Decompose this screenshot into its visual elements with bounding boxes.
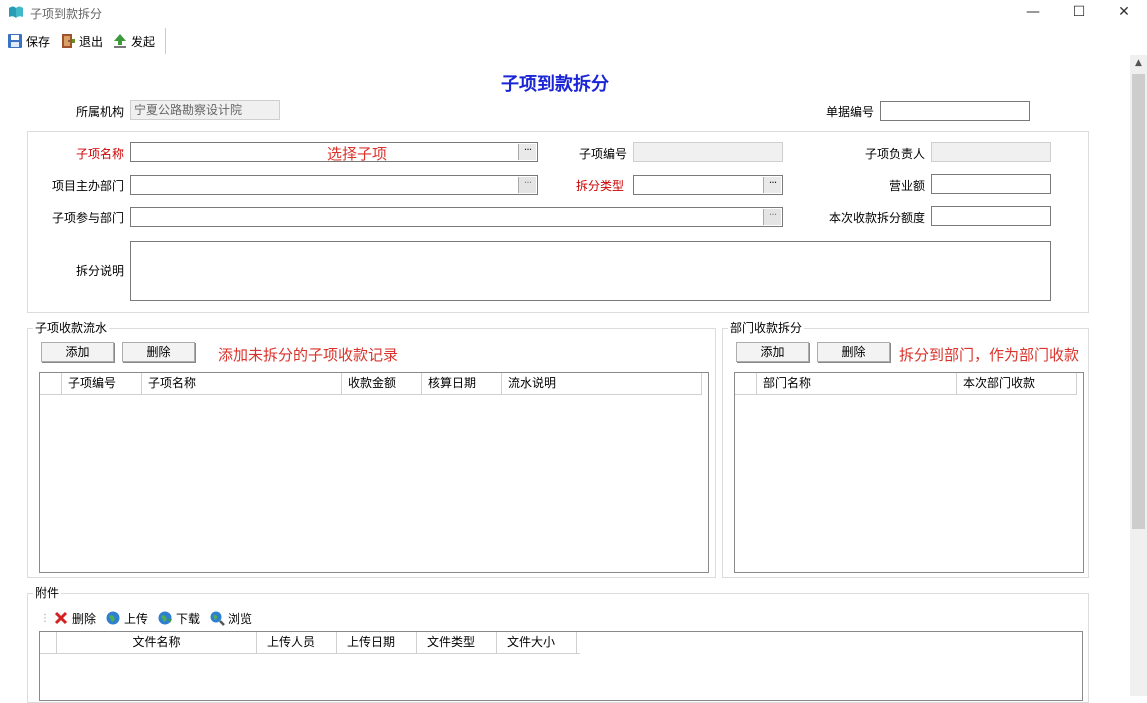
minimize-button[interactable]: —: [1010, 0, 1056, 26]
attach-group-title: 附件: [33, 584, 62, 601]
attach-upload-label: 上传: [124, 611, 149, 626]
dept-delete-button[interactable]: 删除: [817, 342, 890, 362]
attach-upload-button[interactable]: 上传: [105, 610, 148, 627]
upload-arrow-icon: [114, 34, 126, 48]
flow-col-amount[interactable]: 收款金额: [342, 373, 422, 394]
scroll-up-arrow-icon[interactable]: ▲: [1130, 55, 1147, 72]
attach-col-file-type[interactable]: 文件类型: [417, 632, 497, 653]
attach-toolbar: ⋮ 删除 上传 下载 浏览: [40, 609, 252, 627]
split-type-label: 拆分类型: [576, 179, 625, 193]
attach-delete-label: 删除: [72, 611, 97, 626]
globe-search-icon: [210, 611, 225, 626]
toolbar: 保存 退出 发起: [0, 28, 166, 54]
flow-hint: 添加未拆分的子项收款记录: [218, 346, 399, 364]
doc-no-input[interactable]: [880, 101, 1030, 121]
flow-grid-header: 子项编号 子项名称 收款金额 核算日期 流水说明: [40, 373, 702, 395]
desc-textarea[interactable]: [130, 241, 1051, 301]
part-dept-input[interactable]: ···: [130, 207, 783, 227]
dept-group-title: 部门收款拆分: [728, 319, 805, 336]
dept-add-button[interactable]: 添加: [736, 342, 809, 362]
split-type-input[interactable]: ···: [633, 175, 783, 195]
flow-col-sub-no[interactable]: 子项编号: [62, 373, 142, 394]
attach-grid-corner: [40, 632, 57, 653]
part-dept-label: 子项参与部门: [52, 211, 125, 225]
doc-no-label: 单据编号: [826, 105, 875, 119]
dept-col-amount[interactable]: 本次部门收款: [957, 373, 1077, 394]
maximize-button[interactable]: ☐: [1056, 0, 1102, 26]
attach-grid[interactable]: 文件名称 上传人员 上传日期 文件类型 文件大小: [39, 631, 1083, 701]
floppy-disk-icon: [8, 34, 22, 48]
flow-col-date[interactable]: 核算日期: [422, 373, 502, 394]
sub-name-hint: 选择子项: [327, 145, 388, 163]
form-title: 子项到款拆分: [501, 74, 609, 95]
sub-no-field: [633, 142, 783, 162]
vertical-scrollbar[interactable]: ▲: [1130, 55, 1147, 696]
save-button[interactable]: 保存: [7, 32, 50, 50]
exit-button[interactable]: 退出: [60, 32, 103, 50]
attach-browse-button[interactable]: 浏览: [209, 610, 252, 627]
main-dept-picker-button[interactable]: ···: [518, 177, 536, 193]
attach-col-upload-date[interactable]: 上传日期: [337, 632, 417, 653]
attach-col-file-name[interactable]: 文件名称: [57, 632, 257, 653]
globe-download-icon: [158, 611, 173, 625]
toolbar-grip: ⋮: [40, 612, 50, 624]
close-button[interactable]: ✕: [1101, 0, 1147, 26]
scroll-thumb[interactable]: [1132, 74, 1145, 529]
dept-grid-corner: [735, 373, 757, 394]
revenue-label: 营业额: [889, 179, 926, 193]
attach-col-uploader[interactable]: 上传人员: [257, 632, 337, 653]
split-amount-label: 本次收款拆分额度: [829, 211, 926, 225]
attach-grid-header: 文件名称 上传人员 上传日期 文件类型 文件大小: [40, 632, 580, 654]
flow-grid[interactable]: 子项编号 子项名称 收款金额 核算日期 流水说明: [39, 372, 709, 573]
flow-col-desc[interactable]: 流水说明: [502, 373, 702, 394]
flow-col-sub-name[interactable]: 子项名称: [142, 373, 342, 394]
flow-group-title: 子项收款流水: [33, 319, 110, 336]
sub-name-picker-button[interactable]: ···: [518, 144, 536, 160]
dept-grid[interactable]: 部门名称 本次部门收款: [734, 372, 1084, 573]
part-dept-picker-button[interactable]: ···: [763, 209, 781, 225]
dept-hint: 拆分到部门，作为部门收款: [899, 346, 1080, 364]
launch-label: 发起: [131, 34, 156, 49]
attach-download-button[interactable]: 下载: [157, 610, 200, 627]
org-label: 所属机构: [76, 105, 125, 119]
flow-delete-button[interactable]: 删除: [122, 342, 195, 362]
flow-grid-corner: [40, 373, 62, 394]
sub-name-label: 子项名称: [76, 147, 125, 161]
sub-owner-field: [931, 142, 1051, 162]
attach-browse-label: 浏览: [228, 611, 253, 626]
app-book-icon: [9, 6, 23, 18]
sub-owner-label: 子项负责人: [865, 147, 926, 161]
sub-no-label: 子项编号: [579, 147, 628, 161]
revenue-input[interactable]: [931, 174, 1051, 194]
window-title: 子项到款拆分: [30, 7, 103, 21]
launch-button[interactable]: 发起: [112, 32, 155, 50]
save-label: 保存: [26, 34, 51, 49]
globe-upload-icon: [106, 611, 120, 625]
title-bar: 子项到款拆分 — ☐ ✕: [0, 0, 1147, 26]
exit-label: 退出: [79, 34, 104, 49]
attach-col-file-size[interactable]: 文件大小: [497, 632, 577, 653]
attach-download-label: 下载: [176, 611, 201, 626]
split-amount-input[interactable]: [931, 206, 1051, 226]
org-field: 宁夏公路勘察设计院: [130, 100, 280, 120]
dept-col-name[interactable]: 部门名称: [757, 373, 957, 394]
split-type-picker-button[interactable]: ···: [763, 177, 781, 193]
exit-door-icon: [62, 34, 75, 48]
attach-delete-button[interactable]: 删除: [53, 610, 96, 627]
dept-grid-header: 部门名称 本次部门收款: [735, 373, 1077, 395]
delete-x-icon: [54, 611, 68, 625]
main-dept-input[interactable]: ···: [130, 175, 538, 195]
main-dept-label: 项目主办部门: [52, 179, 125, 193]
flow-add-button[interactable]: 添加: [41, 342, 114, 362]
desc-label: 拆分说明: [76, 264, 125, 278]
